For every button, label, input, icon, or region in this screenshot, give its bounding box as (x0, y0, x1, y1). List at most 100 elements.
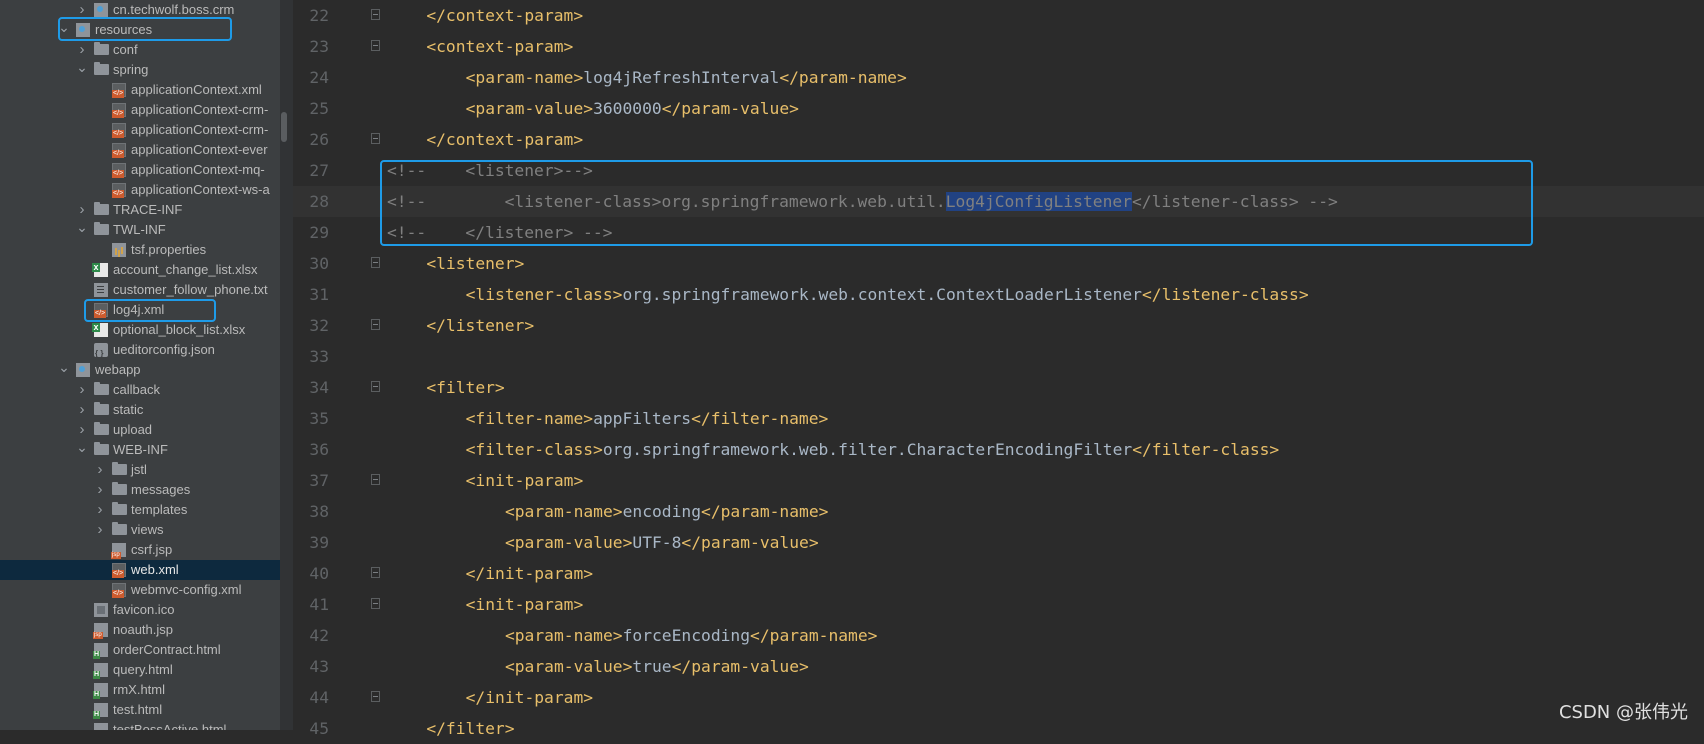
chevron-right-icon[interactable]: › (76, 40, 88, 60)
tree-item[interactable]: › views (0, 520, 280, 540)
tree-item[interactable]: › TRACE-INF (0, 200, 280, 220)
tree-item[interactable]: testBossActive.html (0, 720, 280, 730)
chevron-right-icon[interactable]: › (94, 460, 106, 480)
tree-item-label: TRACE-INF (113, 202, 183, 217)
tree-item[interactable]: applicationContext-ws-a (0, 180, 280, 200)
tree-item[interactable]: applicationContext-mq- (0, 160, 280, 180)
chevron-right-icon[interactable]: › (76, 400, 88, 420)
code-editor[interactable]: 22 </context-param> 23 <context-param> 24 <pa… (293, 0, 1704, 738)
tree-item[interactable]: applicationContext.xml (0, 80, 280, 100)
tree-item[interactable]: applicationContext-crm- (0, 120, 280, 140)
code-line[interactable]: 33 (293, 341, 1704, 372)
code-token: 3600000 (593, 99, 662, 118)
fold-marker-icon[interactable] (371, 319, 380, 330)
fold-marker-icon[interactable] (371, 381, 380, 392)
tree-item[interactable]: optional_block_list.xlsx (0, 320, 280, 340)
tree-item[interactable]: webmvc-config.xml (0, 580, 280, 600)
fold-marker-icon[interactable] (371, 691, 380, 702)
chevron-right-icon[interactable]: › (76, 380, 88, 400)
code-line[interactable]: 44 </init-param> (293, 682, 1704, 713)
tree-item[interactable]: › templates (0, 500, 280, 520)
code-line[interactable]: 22 </context-param> (293, 0, 1704, 31)
tree-item[interactable]: tsf.properties (0, 240, 280, 260)
code-line[interactable]: 43 <param-value>true</param-value> (293, 651, 1704, 682)
code-line[interactable]: 34 <filter> (293, 372, 1704, 403)
code-token: <param-name> (465, 68, 584, 87)
tree-item[interactable]: csrf.jsp (0, 540, 280, 560)
code-line[interactable]: 39 <param-value>UTF-8</param-value> (293, 527, 1704, 558)
code-line[interactable]: 41 <init-param> (293, 589, 1704, 620)
line-number: 26 (309, 130, 329, 149)
tree-item[interactable]: applicationContext-crm- (0, 100, 280, 120)
tree-item[interactable]: account_change_list.xlsx (0, 260, 280, 280)
tree-item[interactable]: query.html (0, 660, 280, 680)
fold-marker-icon[interactable] (371, 598, 380, 609)
tree-item[interactable]: applicationContext-ever (0, 140, 280, 160)
tree-item[interactable]: ⌄ TWL-INF (0, 220, 280, 240)
code-line[interactable]: 24 <param-name>log4jRefreshInterval</para… (293, 62, 1704, 93)
tree-scrollbar-thumb[interactable] (281, 112, 287, 142)
code-line[interactable]: 25 <param-value>3600000</param-value> (293, 93, 1704, 124)
line-number: 41 (309, 595, 329, 614)
tree-item[interactable]: test.html (0, 700, 280, 720)
xml-file-icon (112, 163, 126, 178)
chevron-right-icon[interactable]: › (94, 480, 106, 500)
tree-item[interactable]: › upload (0, 420, 280, 440)
tree-item-label: customer_follow_phone.txt (113, 282, 268, 297)
code-line[interactable]: 32 </listener> (293, 310, 1704, 341)
tree-scrollbar-track[interactable] (280, 0, 293, 730)
code-line[interactable]: 36 <filter-class>org.springframework.web.… (293, 434, 1704, 465)
chevron-down-icon[interactable]: ⌄ (58, 360, 70, 380)
chevron-right-icon[interactable]: › (76, 420, 88, 440)
tree-item[interactable]: customer_follow_phone.txt (0, 280, 280, 300)
tree-item[interactable]: favicon.ico (0, 600, 280, 620)
code-line[interactable]: 26 </context-param> (293, 124, 1704, 155)
tree-item-label: web.xml (131, 562, 179, 577)
code-token: </init-param> (465, 564, 594, 583)
code-line[interactable]: 40 </init-param> (293, 558, 1704, 589)
line-number: 29 (309, 223, 329, 242)
chevron-right-icon[interactable]: › (94, 500, 106, 520)
code-line[interactable]: 35 <filter-name>appFilters</filter-name> (293, 403, 1704, 434)
tree-item[interactable]: ⌄ webapp (0, 360, 280, 380)
code-content: <listener> (426, 248, 524, 279)
chevron-down-icon[interactable]: ⌄ (76, 60, 88, 80)
line-number: 31 (309, 285, 329, 304)
tree-item[interactable]: rmX.html (0, 680, 280, 700)
code-line[interactable]: 37 <init-param> (293, 465, 1704, 496)
tree-item[interactable]: › static (0, 400, 280, 420)
code-line[interactable]: 30 <listener> (293, 248, 1704, 279)
tree-item-label: views (131, 522, 164, 537)
html-file-icon (93, 643, 108, 659)
tree-item[interactable]: › jstl (0, 460, 280, 480)
tree-item[interactable]: ⌄ spring (0, 60, 280, 80)
chevron-down-icon[interactable]: ⌄ (76, 440, 88, 460)
tree-item[interactable]: › conf (0, 40, 280, 60)
folder-icon (112, 522, 127, 535)
tree-item[interactable]: › messages (0, 480, 280, 500)
project-tree[interactable]: › cn.techwolf.boss.crm ⌄ resources › conf ⌄ spr… (0, 0, 280, 730)
web-folder-icon (76, 363, 90, 377)
tree-item[interactable]: noauth.jsp (0, 620, 280, 640)
fold-marker-icon[interactable] (371, 567, 380, 578)
code-line[interactable]: 31 <listener-class>org.springframework.we… (293, 279, 1704, 310)
code-line[interactable]: 38 <param-name>encoding</param-name> (293, 496, 1704, 527)
tree-item[interactable]: orderContract.html (0, 640, 280, 660)
fold-marker-icon[interactable] (371, 40, 380, 51)
code-line[interactable]: 23 <context-param> (293, 31, 1704, 62)
fold-marker-icon[interactable] (371, 133, 380, 144)
line-number: 40 (309, 564, 329, 583)
fold-marker-icon[interactable] (371, 474, 380, 485)
code-line[interactable]: 42 <param-name>forceEncoding</param-name> (293, 620, 1704, 651)
chevron-right-icon[interactable]: › (76, 200, 88, 220)
chevron-right-icon[interactable]: › (94, 520, 106, 540)
tree-item[interactable]: ⌄ WEB-INF (0, 440, 280, 460)
code-content: <param-value>UTF-8</param-value> (505, 527, 819, 558)
tree-item[interactable]: ueditorconfig.json (0, 340, 280, 364)
chevron-down-icon[interactable]: ⌄ (76, 220, 88, 240)
code-line[interactable]: 45 </filter> (293, 713, 1704, 744)
fold-marker-icon[interactable] (371, 257, 380, 268)
fold-marker-icon[interactable] (371, 9, 380, 20)
tree-item[interactable]: web.xml (0, 560, 280, 580)
tree-item[interactable]: › callback (0, 380, 280, 400)
